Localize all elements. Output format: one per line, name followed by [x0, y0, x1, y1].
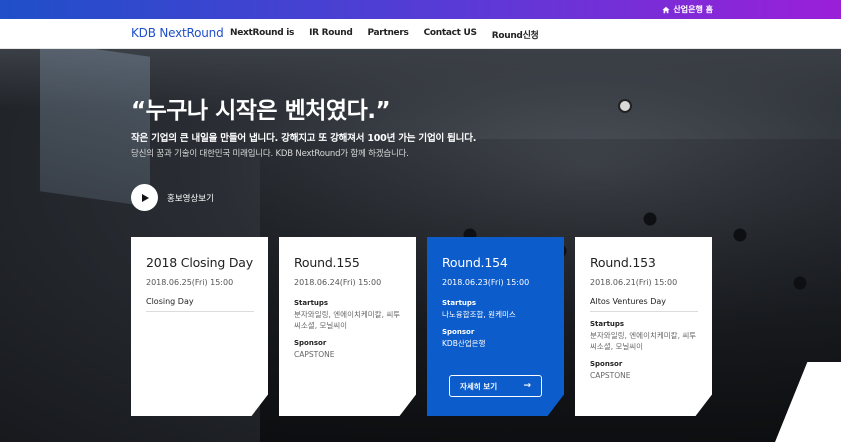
view-details-label: 자세히 보기: [460, 381, 498, 391]
card-startups-list: 분자와일링, 엔에이치케미칼, 씨투씨소셜, 모닐씨이: [590, 331, 697, 351]
hero-description: 당신의 꿈과 기술이 대한민국 미래입니다. KDB NextRound가 함께…: [131, 149, 409, 159]
card-event-name: Altos Ventures Day: [590, 297, 698, 312]
card-title: 2018 Closing Day: [146, 255, 253, 270]
card-startups-label: Startups: [442, 299, 477, 307]
nav-item-round-apply[interactable]: Round신청: [492, 28, 539, 41]
card-date: 2018.06.23(Fri) 15:00: [442, 278, 530, 287]
hero-banner: [0, 49, 841, 442]
round-card-154[interactable]: Round.154 2018.06.23(Fri) 15:00 Startups…: [427, 237, 564, 416]
round-card-153[interactable]: Round.153 2018.06.21(Fri) 15:00 Altos Ve…: [575, 237, 712, 416]
card-sponsor-label: Sponsor: [442, 328, 475, 336]
card-startups-label: Startups: [590, 320, 625, 328]
nav-item-nextround-is[interactable]: NextRound is: [230, 28, 294, 41]
play-icon: [131, 184, 158, 211]
card-date: 2018.06.21(Fri) 15:00: [590, 278, 678, 287]
card-sponsor-label: Sponsor: [294, 339, 327, 347]
view-details-button[interactable]: 자세히 보기 →: [449, 375, 542, 397]
site-logo[interactable]: KDB NextRound: [131, 26, 224, 40]
card-title: Round.153: [590, 255, 656, 270]
main-navigation: KDB NextRound NextRound is IR Round Part…: [0, 19, 841, 49]
card-date: 2018.06.24(Fri) 15:00: [294, 278, 382, 287]
nav-menu: NextRound is IR Round Partners Contact U…: [230, 28, 539, 41]
card-event-name: Closing Day: [146, 297, 254, 312]
card-sponsor-name: CAPSTONE: [590, 371, 631, 380]
card-sponsor-label: Sponsor: [590, 360, 623, 368]
nav-item-ir-round[interactable]: IR Round: [309, 28, 353, 41]
card-startups-label: Startups: [294, 299, 329, 307]
bank-home-link[interactable]: 산업은행 홈: [662, 4, 713, 15]
card-startups-list: 분자와일링, 엔에이치케미칼, 씨투씨소셜, 모닐씨이: [294, 310, 401, 330]
card-sponsor-name: KDB산업은행: [442, 339, 486, 348]
nav-item-contact-us[interactable]: Contact US: [424, 28, 477, 41]
promo-video-button[interactable]: 홍보영상보기: [131, 184, 214, 211]
round-card-closing-day[interactable]: 2018 Closing Day 2018.06.25(Fri) 15:00 C…: [131, 237, 268, 416]
arrow-right-icon: →: [523, 381, 531, 391]
card-title: Round.154: [442, 255, 508, 270]
top-utility-bar: 산업은행 홈: [0, 0, 841, 19]
promo-video-label: 홍보영상보기: [167, 193, 214, 204]
clock-icon: [618, 99, 632, 113]
bank-home-label: 산업은행 홈: [673, 5, 713, 14]
card-date: 2018.06.25(Fri) 15:00: [146, 278, 234, 287]
card-title: Round.155: [294, 255, 360, 270]
hero-subheadline: 작은 기업의 큰 내일을 만들어 냅니다. 강해지고 또 강해져서 100년 가…: [131, 133, 477, 144]
home-icon: [662, 6, 671, 14]
card-startups-list: 나노융합조합, 원케미스: [442, 310, 516, 319]
hero-headline: “누구나 시작은 벤처였다.”: [131, 98, 391, 124]
card-sponsor-name: CAPSTONE: [294, 350, 335, 359]
round-card-155[interactable]: Round.155 2018.06.24(Fri) 15:00 Startups…: [279, 237, 416, 416]
nav-item-partners[interactable]: Partners: [367, 28, 408, 41]
